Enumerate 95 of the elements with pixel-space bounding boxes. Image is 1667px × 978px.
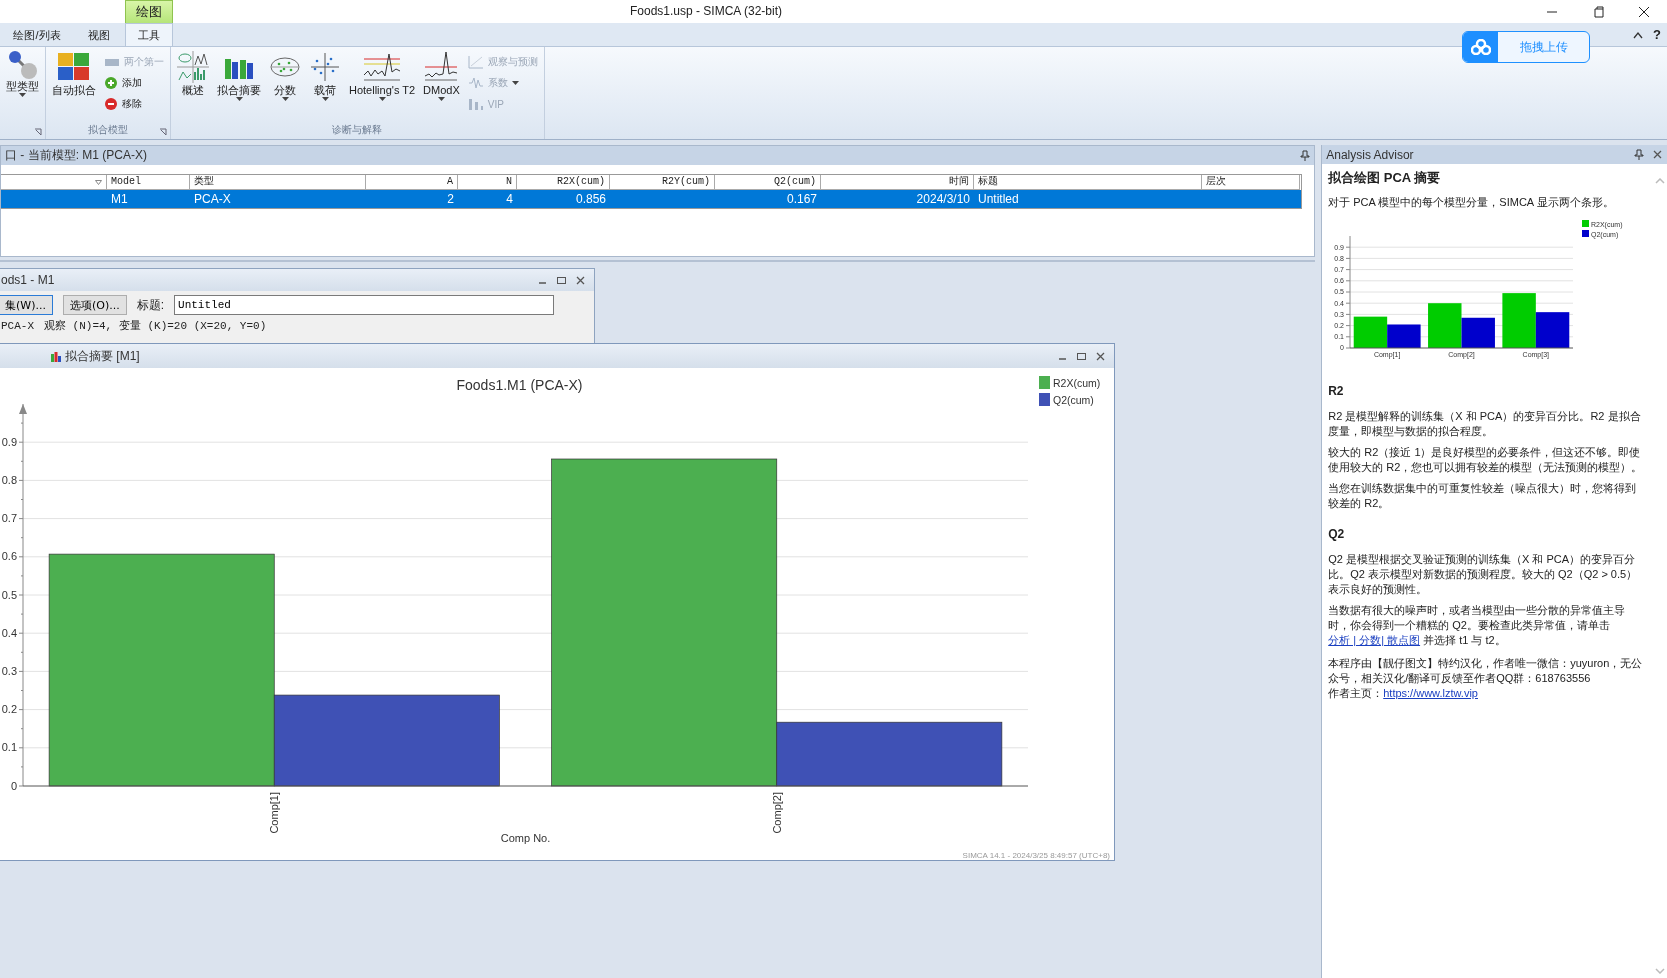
ribbon-tab[interactable]: 视图 [72, 23, 125, 46]
ribbon-button[interactable]: 移除 [102, 95, 166, 113]
help-heading: Q2 [1328, 527, 1346, 542]
ribbon-button[interactable]: 型类型 [4, 51, 41, 123]
line-chart-icon [423, 51, 460, 83]
table-cell: 4 [506, 192, 513, 206]
tick-label: 0.2 [1, 703, 17, 716]
table-cell: Untitled [978, 192, 1019, 206]
axis-title: Comp No. [500, 832, 551, 844]
ribbon-button[interactable]: 分数 [267, 51, 303, 123]
help-paragraph: 较大的 R2（接近 1）是良好模型的必要条件，但这还不够。即使使用较大的 R2，您也可以拥有较差的模型（无法预测的模型）。 [1328, 445, 1644, 475]
window-title: ods1 - M1 [1, 273, 55, 287]
bar [1387, 324, 1421, 348]
panel-title: Analysis Advisor [1326, 147, 1414, 162]
bar-chart-icon [51, 350, 61, 362]
tick-label: 0.3 [1, 665, 17, 678]
tick-label: 0.9 [1, 435, 17, 448]
ribbon-button[interactable]: 概述 [175, 51, 211, 123]
molecule-icon [8, 51, 37, 79]
footer-note: SIMCA 14.1 - 2024/3/25 8:49:57 (UTC+8) [962, 851, 1110, 860]
table-row[interactable]: M1 PCA-X 2 4 0.856 0.167 2024/3/10 Untitled [1, 190, 1301, 208]
window-title: 拟合摘要 [M1] [65, 347, 140, 365]
category-label: Comp[2] [770, 792, 783, 834]
sort-icon[interactable] [95, 179, 102, 185]
field-label: 标题: [136, 296, 165, 314]
chart-title: Foods1.M1 (PCA-X) [456, 377, 583, 393]
table-cell: 2 [447, 192, 454, 206]
help-paragraph: R2 是模型解释的训练集（X 和 PCA）的变异百分比。R2 是拟合度量，即模型与数据的拟合程度。 [1328, 409, 1642, 439]
help-paragraph: 当数据有很大的噪声时，或者当模型由一些分散的异常值主导时，你会得到一个糟糕的 Q2。要检查此类异常值，请单击 分析 | 分数| 散点图 并选择 t1 与 t2。 [1328, 603, 1627, 648]
bars-icon [467, 97, 484, 111]
maximize-icon[interactable] [556, 274, 567, 286]
close-icon[interactable] [575, 274, 586, 286]
legend-label: Q2(cum) [1053, 394, 1094, 406]
ribbon-button[interactable]: Hotelling's T2 [347, 51, 418, 123]
tick-label: 0.8 [1, 474, 17, 487]
help-heading: 拟合绘图 PCA 摘要 [1328, 170, 1442, 185]
help-paragraph: 当您在训练数据集中的可重复性较差（噪点很大）时，您将得到较差的 R2。 [1328, 481, 1638, 511]
pin-icon[interactable] [1300, 150, 1311, 161]
help-paragraph: Q2 是模型根据交叉验证预测的训练集（X 和 PCA）的变异百分比。Q2 表示模型对新数据的预测程度。较大的 Q2（Q2 > 0.5）表示良好的预测性。 [1328, 552, 1639, 597]
ribbon-button[interactable]: 添加 [102, 74, 166, 92]
ribbon-button[interactable]: DModX [421, 51, 462, 123]
ribbon-button[interactable]: 自动拟合 [50, 51, 98, 123]
ribbon-button[interactable]: 载荷 [307, 51, 343, 123]
puzzle-icon [56, 51, 92, 83]
line-chart-icon [362, 51, 403, 83]
dialog-button[interactable]: 选项(O)... [62, 295, 127, 315]
tick-label: 0 [10, 779, 17, 792]
model-summary: 观察 (N)=4, 变量 (K)=20 (X=20, Y=0) [44, 319, 267, 333]
close-icon [1638, 5, 1650, 18]
dialog-launcher-icon[interactable] [34, 128, 42, 136]
tick-label: 0.1 [1, 741, 17, 754]
close-icon[interactable] [1095, 350, 1106, 362]
group-label: 诊断与解释 [332, 124, 383, 135]
loading-scatter-icon [309, 51, 341, 83]
help-heading: R2 [1328, 384, 1345, 399]
group-label: 拟合模型 [88, 124, 128, 135]
ribbon-button[interactable]: 拟合摘要 [215, 51, 263, 123]
table-cell: 2024/3/10 [916, 192, 970, 206]
cloud-icon [1470, 39, 1491, 55]
bar [1353, 316, 1388, 348]
credits-text: 本程序由【靓仔图文】特约汉化，作者唯一微信：yuyuron，无公众号，相关汉化/翻译可反馈至作者QQ群：618763556 [1328, 656, 1644, 686]
help-link[interactable]: 分析 | 分数| 散点图 [1328, 634, 1421, 646]
maximize-icon[interactable] [1076, 350, 1087, 362]
overview-plots-icon [177, 51, 209, 83]
dialog-button[interactable]: 集(W)... [0, 295, 53, 315]
homepage-link[interactable]: https://www.lztw.vip [1383, 687, 1478, 699]
model-type: PCA-X [1, 319, 34, 332]
title-field[interactable]: Untitled [174, 295, 555, 315]
window-title: Foods1.usp - SIMCA (32-bit) [628, 3, 784, 20]
collapse-ribbon-icon[interactable] [1633, 30, 1644, 39]
table-cell: 0.167 [786, 192, 817, 206]
wave-icon [467, 76, 484, 90]
tick-label: 0.5 [1, 588, 17, 601]
pin-icon[interactable] [1634, 149, 1644, 160]
ribbon-tab[interactable]: 绘图/列表 [2, 23, 72, 46]
help-paragraph: 对于 PCA 模型中的每个模型分量，SIMCA 显示两个条形。 [1328, 195, 1615, 210]
scatter-plot-icon [467, 55, 484, 69]
dialog-launcher-icon[interactable] [159, 128, 167, 136]
tick-label: 0.4 [1, 626, 17, 639]
homepage-label: 作者主页： [1328, 687, 1384, 699]
panel-title: 口 - 当前模型: M1 (PCA-X) [5, 147, 147, 164]
ribbon-tab[interactable]: 工具 [125, 23, 173, 46]
add-icon [104, 76, 118, 90]
close-icon[interactable] [1652, 149, 1663, 160]
table-cell: 0.856 [575, 192, 606, 206]
legend-label: R2X(cum) [1053, 377, 1101, 389]
table-cell: PCA-X [194, 192, 231, 206]
context-tab[interactable]: 绘图 [125, 0, 173, 23]
category-label: Comp[1] [268, 792, 281, 834]
remove-icon [104, 97, 118, 111]
restore-icon [1592, 5, 1604, 18]
table-cell: M1 [111, 192, 128, 206]
tick-label: 0.7 [1, 512, 17, 525]
help-icon[interactable]: ? [1653, 27, 1661, 42]
tick-label: 0.6 [1, 550, 17, 563]
